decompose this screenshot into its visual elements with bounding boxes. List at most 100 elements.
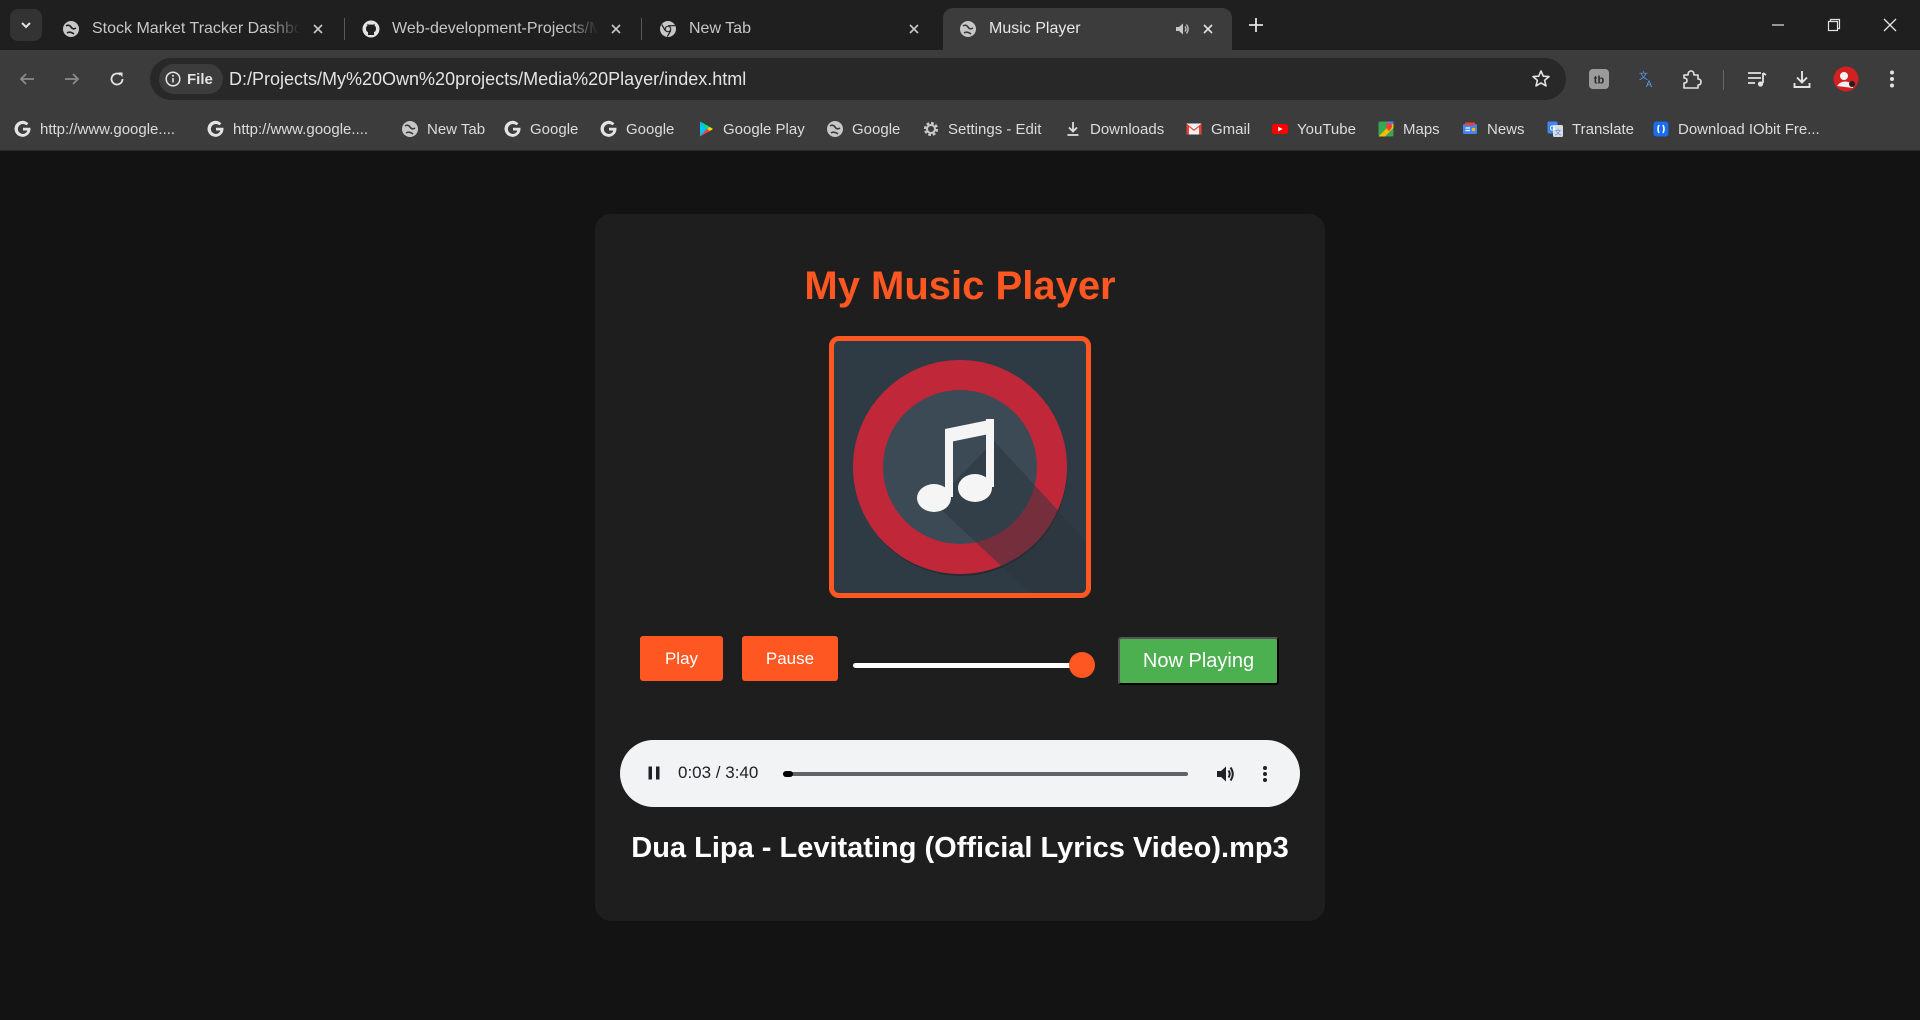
close-tab-icon[interactable] (308, 19, 328, 39)
gear-icon (922, 120, 940, 138)
slider-thumb[interactable] (1069, 652, 1095, 678)
download-icon[interactable] (1788, 65, 1816, 93)
bookmark-label: Google Play (723, 120, 805, 138)
bookmark-label: Google (626, 120, 675, 138)
close-tab-icon[interactable] (1198, 19, 1218, 39)
github-icon (362, 20, 380, 38)
url-text[interactable]: D:/Projects/My%20Own%20projects/Media%20… (229, 69, 746, 90)
browser-toolbar: File D:/Projects/My%20Own%20projects/Med… (0, 50, 1920, 108)
google-icon (504, 120, 522, 138)
bookmark-label: Gmail (1211, 120, 1251, 138)
google-icon (14, 120, 32, 138)
audio-progress-bar[interactable] (783, 771, 1188, 777)
bookmark-item[interactable]: Settings - Edit (922, 118, 1041, 140)
tubebuddy-extension-icon[interactable]: tb (1585, 65, 1613, 93)
tab-stock-market[interactable]: Stock Market Tracker Dashboard (46, 8, 342, 50)
menu-more-icon[interactable] (1878, 65, 1906, 93)
media-controls-icon[interactable] (1743, 65, 1771, 93)
tab-title: Music Player (989, 20, 1081, 37)
new-tab-button[interactable] (1242, 11, 1270, 39)
forward-button[interactable] (55, 62, 89, 96)
tab-title: New Tab (689, 20, 751, 37)
pause-button[interactable]: Pause (742, 636, 838, 681)
svg-text:tb: tb (1594, 75, 1605, 87)
bookmarks-bar: http://www.google.... http://www.google.… (0, 108, 1920, 151)
globe-icon (826, 120, 844, 138)
svg-text:文: 文 (1555, 128, 1562, 137)
arrow-right-icon (65, 73, 80, 85)
slider-track (853, 663, 1082, 668)
profile-avatar[interactable] (1832, 65, 1860, 93)
pause-icon[interactable] (642, 761, 666, 785)
globe-icon (62, 20, 80, 38)
bookmark-label: Google (852, 120, 901, 138)
close-window-button[interactable] (1862, 0, 1918, 50)
restore-icon (1827, 18, 1841, 32)
bookmark-item[interactable]: Google (826, 118, 900, 140)
download-icon (1064, 120, 1082, 138)
globe-icon (401, 120, 419, 138)
globe-icon (959, 20, 977, 38)
volume-icon[interactable] (1212, 761, 1238, 787)
bookmark-item[interactable]: G 文 Translate (1546, 118, 1634, 140)
bookmark-label: Downloads (1090, 120, 1165, 138)
tab-search-button[interactable] (10, 9, 42, 41)
minimize-button[interactable] (1750, 0, 1806, 50)
bookmark-item[interactable]: Google Play (697, 118, 805, 140)
bookmark-item[interactable]: Downloads (1064, 118, 1164, 140)
now-playing-button[interactable]: Now Playing (1118, 637, 1279, 685)
tab-github[interactable]: Web-development-Projects/Media-Player (346, 8, 640, 50)
bookmark-star-icon[interactable] (1530, 68, 1552, 90)
close-icon (1883, 18, 1897, 32)
bookmark-item[interactable]: http://www.google.... (207, 118, 368, 140)
close-tab-icon[interactable] (904, 19, 924, 39)
tab-music-player[interactable]: Music Player (943, 8, 1232, 50)
tab-title: Web-development-Projects/Media-Player (392, 20, 598, 37)
more-options-icon[interactable] (1252, 761, 1278, 787)
play-button[interactable]: Play (640, 636, 723, 681)
bookmark-item[interactable]: Gmail (1185, 118, 1250, 140)
audio-progress-fill (783, 771, 793, 777)
svg-text:A: A (1646, 79, 1652, 89)
google-play-icon (697, 120, 715, 138)
bookmark-label: http://www.google.... (233, 120, 369, 138)
maps-icon (1377, 120, 1395, 138)
bookmark-item[interactable]: Download IObit Fre... (1652, 118, 1820, 140)
reload-button[interactable] (100, 62, 134, 96)
volume-slider[interactable] (853, 651, 1095, 679)
bookmark-item[interactable]: YouTube (1271, 118, 1356, 140)
page-viewport: My Music Player Play Pause Now Playing 0… (0, 151, 1920, 1020)
info-icon (165, 71, 181, 87)
extensions-puzzle-icon[interactable] (1677, 65, 1705, 93)
translate-extension-icon[interactable]: 文A (1633, 65, 1661, 93)
back-button[interactable] (10, 62, 44, 96)
address-bar[interactable]: File D:/Projects/My%20Own%20projects/Med… (150, 58, 1566, 100)
site-info-chip[interactable]: File (159, 64, 223, 94)
bookmark-label: Maps (1403, 120, 1440, 138)
youtube-icon (1271, 120, 1289, 138)
close-tab-icon[interactable] (606, 19, 626, 39)
bookmark-label: New Tab (427, 120, 486, 138)
news-icon (1461, 120, 1479, 138)
bookmark-label: Translate (1572, 120, 1634, 138)
album-art (829, 336, 1091, 598)
audio-playing-icon[interactable] (1172, 19, 1192, 39)
tab-new-tab[interactable]: New Tab (643, 8, 938, 50)
bookmark-item[interactable]: Google (600, 118, 674, 140)
bookmark-label: YouTube (1297, 120, 1356, 138)
restore-button[interactable] (1806, 0, 1862, 50)
minimize-icon (1772, 24, 1784, 26)
bookmark-item[interactable]: New Tab (401, 118, 485, 140)
bookmark-label: Google (530, 120, 579, 138)
bookmark-item[interactable]: News (1461, 118, 1525, 140)
bookmark-item[interactable]: Google (504, 118, 578, 140)
translate-icon: G文 (1546, 120, 1564, 138)
player-title: My Music Player (804, 264, 1116, 308)
bookmark-label: News (1487, 120, 1525, 138)
toolbar-separator (1723, 70, 1724, 90)
arrow-left-icon (19, 73, 34, 85)
bookmark-label: Settings - Edit (948, 120, 1042, 138)
bookmark-item[interactable]: Maps (1377, 118, 1440, 140)
bookmark-item[interactable]: http://www.google.... (14, 118, 175, 140)
track-name: Dua Lipa - Levitating (Official Lyrics V… (631, 832, 1289, 864)
